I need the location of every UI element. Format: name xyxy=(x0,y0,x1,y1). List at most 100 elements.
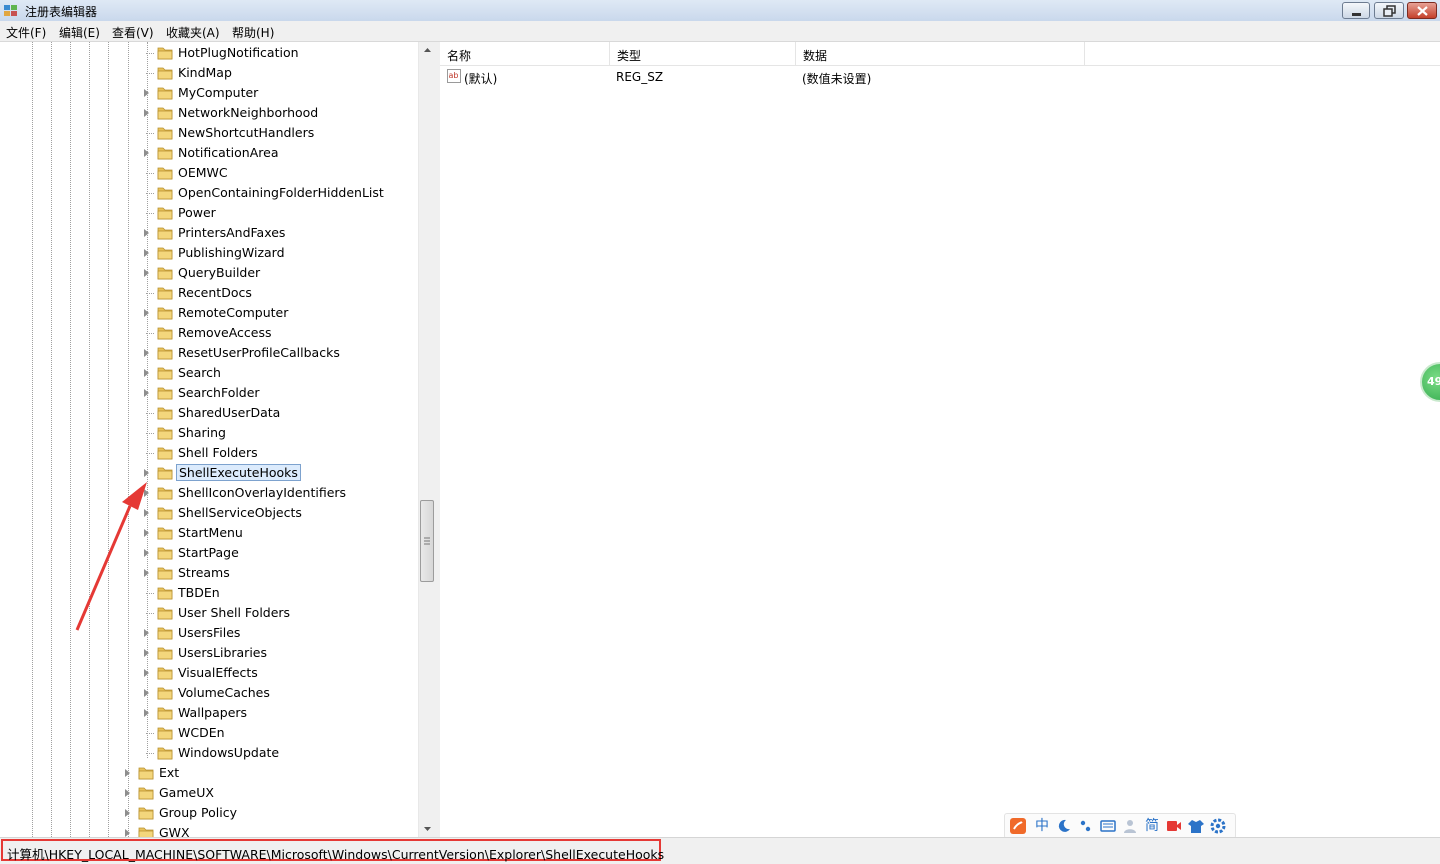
tree-node-label[interactable]: VolumeCaches xyxy=(176,685,272,700)
tree-node[interactable]: SharedUserData xyxy=(0,403,418,423)
tree-vertical-scrollbar[interactable] xyxy=(418,42,436,837)
tree-node[interactable]: RecentDocs xyxy=(0,283,418,303)
tree-node[interactable]: UsersLibraries xyxy=(0,643,418,663)
expand-arrow-icon[interactable] xyxy=(144,309,149,317)
tree-node-label[interactable]: WindowsUpdate xyxy=(176,745,281,760)
tree-node[interactable]: RemoveAccess xyxy=(0,323,418,343)
tree-node-label[interactable]: PublishingWizard xyxy=(176,245,287,260)
tree-node-label[interactable]: RemoveAccess xyxy=(176,325,274,340)
chinese-mode-toggle[interactable]: 中 xyxy=(1033,817,1051,835)
tree-node-label[interactable]: SearchFolder xyxy=(176,385,262,400)
tree-node[interactable]: PublishingWizard xyxy=(0,243,418,263)
tree-node[interactable]: UsersFiles xyxy=(0,623,418,643)
skin-icon[interactable] xyxy=(1187,817,1205,835)
tree-node-label[interactable]: OpenContainingFolderHiddenList xyxy=(176,185,386,200)
tree-node[interactable]: Sharing xyxy=(0,423,418,443)
tree-node[interactable]: MyComputer xyxy=(0,83,418,103)
menu-favorites[interactable]: 收藏夹(A) xyxy=(166,24,220,41)
tree-node-label[interactable]: RemoteComputer xyxy=(176,305,290,320)
sogou-logo-icon[interactable] xyxy=(1009,817,1027,835)
tree-node[interactable]: RemoteComputer xyxy=(0,303,418,323)
tree-node-label[interactable]: Ext xyxy=(157,765,181,780)
expand-arrow-icon[interactable] xyxy=(144,669,149,677)
tree-node[interactable]: User Shell Folders xyxy=(0,603,418,623)
tree-node[interactable]: Group Policy xyxy=(0,803,418,823)
tree-node[interactable]: OpenContainingFolderHiddenList xyxy=(0,183,418,203)
tree-node[interactable]: VisualEffects xyxy=(0,663,418,683)
tree-node[interactable]: KindMap xyxy=(0,63,418,83)
tree-node-label[interactable]: ResetUserProfileCallbacks xyxy=(176,345,342,360)
expand-arrow-icon[interactable] xyxy=(144,109,149,117)
tree-node-label[interactable]: Search xyxy=(176,365,223,380)
tree-node[interactable]: Power xyxy=(0,203,418,223)
menu-edit[interactable]: 编辑(E) xyxy=(59,24,100,41)
expand-arrow-icon[interactable] xyxy=(144,529,149,537)
tree-node-label[interactable]: Sharing xyxy=(176,425,228,440)
expand-arrow-icon[interactable] xyxy=(144,709,149,717)
expand-arrow-icon[interactable] xyxy=(144,149,149,157)
tree-node-label[interactable]: WCDEn xyxy=(176,725,227,740)
expand-arrow-icon[interactable] xyxy=(144,229,149,237)
tree-node-label[interactable]: Power xyxy=(176,205,218,220)
tree-node-label[interactable]: UsersLibraries xyxy=(176,645,269,660)
column-header-type[interactable]: 类型 xyxy=(610,42,796,66)
tree-node-label[interactable]: QueryBuilder xyxy=(176,265,262,280)
expand-arrow-icon[interactable] xyxy=(144,509,149,517)
tree-node-label[interactable]: OEMWC xyxy=(176,165,230,180)
expand-arrow-icon[interactable] xyxy=(125,829,130,837)
expand-arrow-icon[interactable] xyxy=(144,369,149,377)
tree-node[interactable]: Ext xyxy=(0,763,418,783)
tree-node[interactable]: TBDEn xyxy=(0,583,418,603)
tree-node[interactable]: WindowsUpdate xyxy=(0,743,418,763)
column-header-name[interactable]: 名称 xyxy=(440,42,610,66)
tree-node-label[interactable]: Streams xyxy=(176,565,232,580)
tree-node-label[interactable]: NetworkNeighborhood xyxy=(176,105,320,120)
restore-button[interactable] xyxy=(1374,2,1404,19)
tree-node[interactable]: GWX xyxy=(0,823,418,837)
column-header-data[interactable]: 数据 xyxy=(796,42,1085,66)
tree-node-label[interactable]: SharedUserData xyxy=(176,405,282,420)
expand-arrow-icon[interactable] xyxy=(125,789,130,797)
tree-node-label[interactable]: ShellIconOverlayIdentifiers xyxy=(176,485,348,500)
tree-node[interactable]: WCDEn xyxy=(0,723,418,743)
expand-arrow-icon[interactable] xyxy=(144,469,149,477)
tree-node-label[interactable]: User Shell Folders xyxy=(176,605,292,620)
tree-node[interactable]: Search xyxy=(0,363,418,383)
tree-node-label[interactable]: NotificationArea xyxy=(176,145,281,160)
expand-arrow-icon[interactable] xyxy=(144,249,149,257)
expand-arrow-icon[interactable] xyxy=(144,689,149,697)
expand-arrow-icon[interactable] xyxy=(125,769,130,777)
values-list[interactable]: 名称 类型 数据 ab (默认) REG_SZ (数值未设置) xyxy=(440,42,1440,837)
expand-arrow-icon[interactable] xyxy=(144,629,149,637)
tree-node-label[interactable]: Group Policy xyxy=(157,805,239,820)
scroll-up-button[interactable] xyxy=(419,42,436,59)
simplified-toggle[interactable]: 简 xyxy=(1143,817,1161,835)
tree-node[interactable]: StartPage xyxy=(0,543,418,563)
expand-arrow-icon[interactable] xyxy=(144,649,149,657)
tree-node[interactable]: ShellIconOverlayIdentifiers xyxy=(0,483,418,503)
scroll-down-button[interactable] xyxy=(419,820,436,837)
tree-node[interactable]: GameUX xyxy=(0,783,418,803)
tree-node-label[interactable]: TBDEn xyxy=(176,585,222,600)
tree-node[interactable]: StartMenu xyxy=(0,523,418,543)
tree-node[interactable]: Wallpapers xyxy=(0,703,418,723)
keyboard-icon[interactable] xyxy=(1099,817,1117,835)
tree-node[interactable]: NewShortcutHandlers xyxy=(0,123,418,143)
tree-node[interactable]: PrintersAndFaxes xyxy=(0,223,418,243)
tree-node[interactable]: VolumeCaches xyxy=(0,683,418,703)
tree-node-label[interactable]: HotPlugNotification xyxy=(176,45,301,60)
tree-node-label[interactable]: PrintersAndFaxes xyxy=(176,225,287,240)
tree-node-label[interactable]: KindMap xyxy=(176,65,234,80)
scroll-thumb[interactable] xyxy=(420,500,434,582)
expand-arrow-icon[interactable] xyxy=(144,349,149,357)
tree-node-label[interactable]: VisualEffects xyxy=(176,665,260,680)
tree-node[interactable]: ResetUserProfileCallbacks xyxy=(0,343,418,363)
tree-node-label[interactable]: RecentDocs xyxy=(176,285,254,300)
tree-node-label[interactable]: MyComputer xyxy=(176,85,260,100)
tree-node[interactable]: Streams xyxy=(0,563,418,583)
tree-node[interactable]: ShellExecuteHooks xyxy=(0,463,418,483)
expand-arrow-icon[interactable] xyxy=(125,809,130,817)
user-icon[interactable] xyxy=(1121,817,1139,835)
tree-node-label[interactable]: GameUX xyxy=(157,785,216,800)
expand-arrow-icon[interactable] xyxy=(144,89,149,97)
